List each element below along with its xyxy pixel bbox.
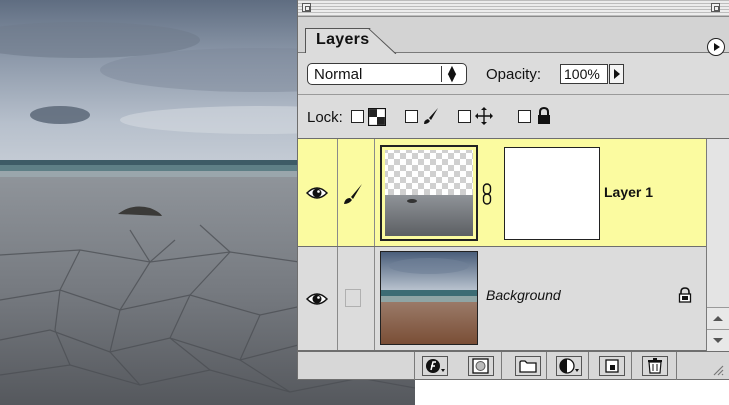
move-icon: [475, 107, 493, 125]
scroll-down-button[interactable]: [707, 329, 729, 351]
adjustment-layer-icon: [559, 358, 579, 374]
arrow-up-icon: [713, 316, 723, 321]
new-layer-button[interactable]: [599, 356, 625, 376]
add-layer-style-button[interactable]: [422, 356, 448, 376]
layer-name[interactable]: Layer 1: [604, 184, 653, 200]
blend-row: Normal ▲ ▼ Opacity: 100%: [298, 53, 729, 95]
mask-icon: [472, 358, 489, 374]
arrow-down-icon: [713, 338, 723, 343]
folder-icon: [519, 360, 537, 373]
chain-link-icon[interactable]: [482, 183, 492, 205]
new-adjustment-layer-button[interactable]: [556, 356, 582, 376]
lock-position-checkbox[interactable]: [458, 110, 471, 123]
new-layer-icon: [605, 359, 619, 373]
padlock-icon: [678, 287, 692, 303]
opacity-field[interactable]: 100%: [560, 64, 608, 84]
palette-footer: [298, 351, 729, 380]
delete-layer-button[interactable]: [642, 356, 668, 376]
resize-grip-icon[interactable]: [710, 362, 724, 376]
opacity-slider-button[interactable]: [609, 64, 624, 84]
close-box[interactable]: [302, 3, 311, 12]
layer-thumbnail[interactable]: [380, 251, 478, 345]
zoom-box[interactable]: [711, 3, 720, 12]
layer-style-icon: [426, 359, 445, 373]
blend-mode-select[interactable]: Normal ▲ ▼: [307, 63, 467, 85]
scroll-up-button[interactable]: [707, 307, 729, 329]
eye-icon[interactable]: [306, 185, 328, 201]
layers-scrollbar[interactable]: [706, 139, 729, 351]
brush-icon: [424, 108, 438, 124]
lock-label: Lock:: [307, 109, 343, 126]
lock-row: Lock:: [298, 95, 729, 139]
tab-row: Layers: [298, 17, 729, 56]
brush-icon: [344, 184, 362, 204]
eye-icon[interactable]: [306, 291, 328, 307]
select-arrows-icon: ▲ ▼: [441, 64, 462, 83]
layer-mask-thumbnail[interactable]: [504, 147, 600, 240]
tab-label: Layers: [316, 31, 370, 48]
layer-thumbnail[interactable]: [380, 145, 478, 241]
transparency-checker-icon: [368, 108, 386, 126]
palette-titlebar[interactable]: [298, 0, 729, 17]
opacity-label: Opacity:: [486, 66, 542, 83]
lock-all-checkbox[interactable]: [518, 110, 531, 123]
new-set-button[interactable]: [515, 356, 541, 376]
tab-slant-edge: [368, 28, 397, 54]
trash-icon: [648, 358, 662, 374]
add-mask-button[interactable]: [468, 356, 494, 376]
layer-row-background[interactable]: Background: [298, 247, 706, 351]
layer-row-layer1[interactable]: Layer 1: [298, 139, 706, 247]
layer-name[interactable]: Background: [486, 287, 561, 303]
link-cell[interactable]: [345, 289, 361, 307]
layers-list: Layer 1 Background: [298, 139, 706, 351]
padlock-icon: [538, 107, 550, 124]
lock-transparency-checkbox[interactable]: [351, 110, 364, 123]
blend-mode-value: Normal: [314, 66, 363, 83]
layers-palette: Layers Normal ▲ ▼ Opacity: 100% Lock: La…: [297, 0, 729, 380]
lock-image-checkbox[interactable]: [405, 110, 418, 123]
